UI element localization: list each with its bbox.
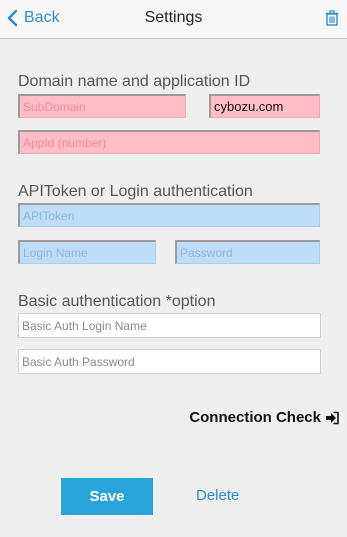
connection-check-label: Connection Check bbox=[189, 409, 321, 426]
trash-icon[interactable] bbox=[325, 10, 339, 26]
login-name-input[interactable] bbox=[18, 240, 156, 264]
delete-button[interactable]: Delete bbox=[196, 487, 239, 504]
navbar: Back Settings bbox=[0, 0, 347, 39]
password-input[interactable] bbox=[175, 240, 320, 264]
auth-section-title: APIToken or Login authentication bbox=[18, 183, 253, 200]
connection-check-button[interactable]: Connection Check bbox=[189, 409, 339, 426]
basic-auth-section-title: Basic authentication *option bbox=[18, 293, 216, 310]
domain-section-title: Domain name and application ID bbox=[18, 73, 251, 90]
basic-auth-login-input[interactable] bbox=[18, 313, 321, 338]
domain-input[interactable] bbox=[209, 94, 320, 118]
basic-auth-password-input[interactable] bbox=[18, 349, 321, 374]
subdomain-input[interactable] bbox=[18, 94, 186, 118]
save-button[interactable]: Save bbox=[61, 478, 153, 515]
appid-input[interactable] bbox=[18, 130, 320, 154]
apitoken-input[interactable] bbox=[18, 203, 320, 227]
page-title: Settings bbox=[144, 9, 203, 26]
sign-in-icon bbox=[326, 411, 339, 424]
